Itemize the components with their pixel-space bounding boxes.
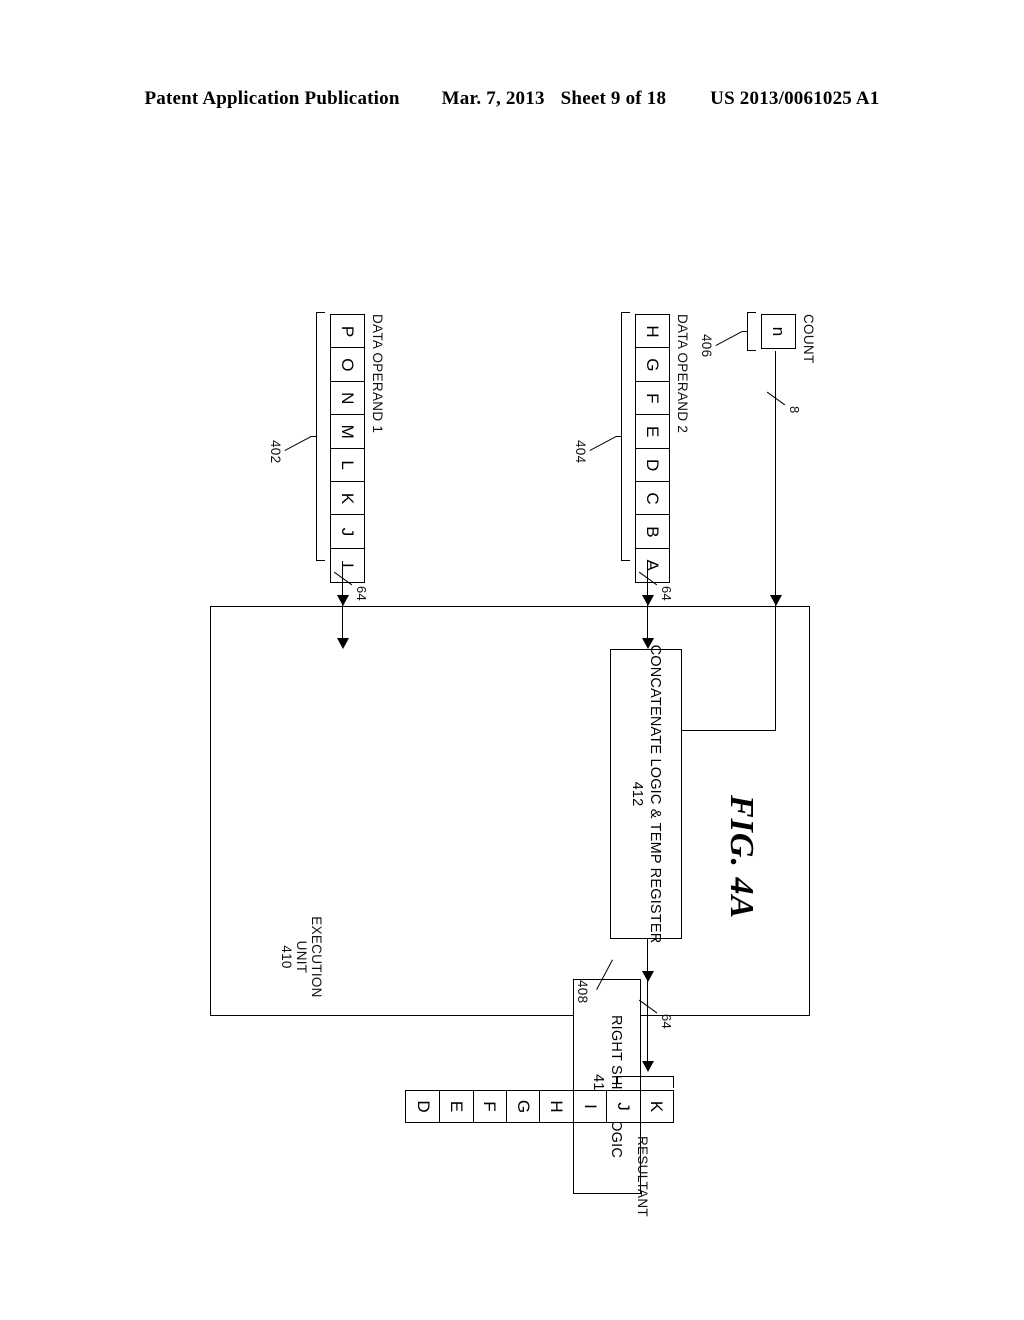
resultant-bus-width: 64 — [659, 1014, 674, 1030]
concatenate-logic-box: CONCATENATE LOGIC & TEMP REGISTER 412 — [610, 645, 682, 943]
concatenate-logic-text: CONCATENATE LOGIC & TEMP REGISTER 412 — [628, 645, 664, 944]
operand2-bus-arrow — [642, 595, 654, 606]
resultant-cells: K J I H G F E D — [405, 1090, 674, 1123]
count-register-cells: n — [761, 314, 796, 349]
operand1-cell-6: J — [330, 514, 365, 550]
operand1-bus-arrow — [337, 595, 349, 606]
count-ref-leader — [715, 331, 743, 346]
operand1-cell-5: K — [330, 481, 365, 517]
operand1-cell-2: N — [330, 380, 365, 416]
resultant-cell-1: J — [605, 1090, 641, 1123]
operand1-cell-4: L — [330, 447, 365, 483]
resultant-cell-0: K — [639, 1090, 674, 1123]
resultant-label: RESULTANT — [635, 1136, 650, 1217]
data-operand-2-label: DATA OPERAND 2 — [675, 314, 690, 434]
operand1-ref: 402 — [268, 440, 283, 464]
count-bus-line — [775, 351, 776, 606]
operand2-brace — [621, 312, 630, 561]
count-brace — [747, 312, 756, 351]
count-bus-slash — [766, 391, 786, 406]
execution-unit-line1: EXECUTION — [309, 916, 324, 998]
operand1-cell-1: O — [330, 347, 365, 383]
data-operand-1-label: DATA OPERAND 1 — [370, 314, 385, 434]
count-ref: 406 — [699, 334, 714, 358]
operand2-cell-0: H — [635, 314, 670, 349]
operand2-bus-width: 64 — [659, 586, 674, 602]
resultant-cell-4: G — [505, 1090, 541, 1123]
resultant-brace — [616, 1076, 674, 1088]
count-bus-arrow — [770, 595, 782, 606]
figure-title: FIG. 4A — [723, 795, 760, 920]
concatenate-logic-line1: CONCATENATE LOGIC & TEMP REGISTER — [647, 644, 664, 944]
operand1-cell-7: I — [330, 547, 365, 583]
resultant-bus-line — [647, 979, 648, 1069]
figure-drawing: COUNT n 406 8 DATA OPERAND 2 H G F E D C… — [202, 290, 822, 1217]
operand2-cell-4: D — [635, 447, 670, 483]
data-operand-2-cells: H G F E D C B A — [635, 314, 670, 583]
execution-unit-line2: UNIT — [294, 940, 309, 974]
resultant-cell-6: E — [438, 1090, 474, 1123]
operand2-ref-leader — [589, 436, 617, 451]
resultant-cell-3: H — [538, 1090, 574, 1123]
count-bus-width: 8 — [787, 406, 802, 414]
operand2-cell-2: F — [635, 380, 670, 416]
operand1-bus-width: 64 — [354, 586, 369, 602]
operand1-ref-leader — [284, 436, 312, 451]
operand1-cell-3: M — [330, 414, 365, 450]
operand2-cell-3: E — [635, 414, 670, 450]
operand2-cell-5: C — [635, 481, 670, 517]
concat-to-shift-arrow — [642, 971, 654, 982]
resultant-bus-arrow — [642, 1061, 654, 1072]
resultant-cell-2: I — [572, 1090, 608, 1123]
operand1-brace — [316, 312, 325, 561]
operand1-cell-0: P — [330, 314, 365, 349]
operand2-ref: 404 — [573, 440, 588, 464]
data-operand-1-cells: P O N M L K J I — [330, 314, 365, 583]
resultant-cell-5: F — [471, 1090, 507, 1123]
figure-canvas: COUNT n 406 8 DATA OPERAND 2 H G F E D C… — [0, 0, 1024, 1320]
operand2-cell-7: A — [635, 547, 670, 583]
count-label: COUNT — [801, 314, 816, 364]
patent-figure-page: Patent Application Publication Mar. 7, 2… — [0, 0, 1024, 1320]
operand2-cell-6: B — [635, 514, 670, 550]
concatenate-logic-ref: 412 — [629, 781, 645, 807]
operand2-cell-1: G — [635, 347, 670, 383]
execution-unit-ref: 410 — [279, 945, 294, 969]
resultant-cell-7: D — [405, 1090, 441, 1123]
resultant-ref: 408 — [575, 980, 590, 1004]
execution-unit-text: EXECUTION UNIT 410 — [279, 902, 324, 1012]
count-cell-0: n — [761, 314, 796, 349]
